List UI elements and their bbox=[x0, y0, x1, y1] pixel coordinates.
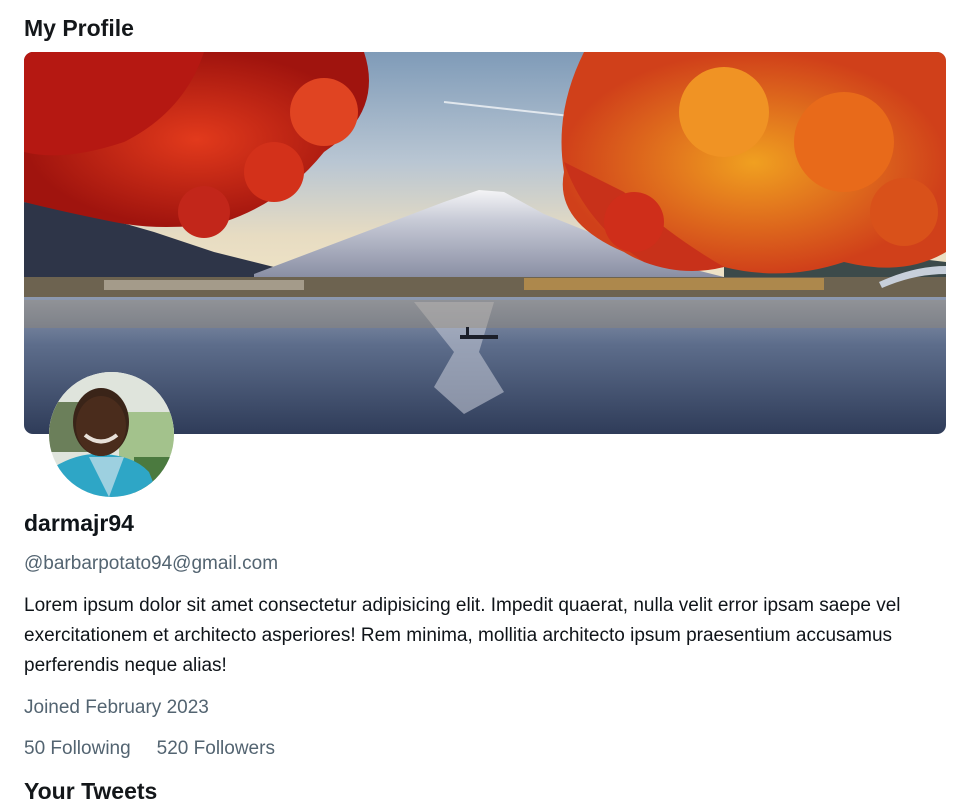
profile-handle: @barbarpotato94@gmail.com bbox=[24, 553, 279, 574]
profile-bio: Lorem ipsum dolor sit amet consectetur a… bbox=[24, 595, 901, 676]
followers-count[interactable]: 520 Followers bbox=[157, 736, 275, 762]
profile-username: darmajr94 bbox=[24, 510, 134, 536]
following-count[interactable]: 50 Following bbox=[24, 736, 131, 762]
profile-avatar[interactable] bbox=[49, 372, 174, 497]
profile-joined-date: Joined February 2023 bbox=[24, 697, 209, 718]
follow-stats: 50 Following 520 Followers bbox=[24, 736, 275, 762]
page-title: My Profile bbox=[24, 15, 134, 41]
profile-banner-image bbox=[24, 52, 946, 434]
